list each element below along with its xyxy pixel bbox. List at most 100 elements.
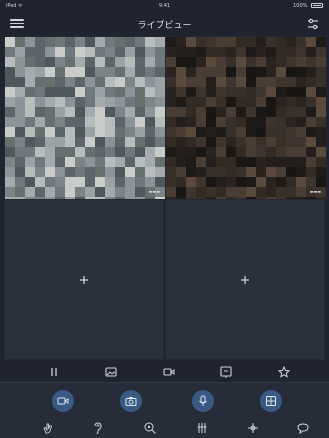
battery-percent: 100% — [293, 3, 308, 9]
camera-cell-4[interactable] — [165, 199, 325, 360]
feed-pixel — [75, 37, 85, 47]
feed-pixel — [55, 137, 65, 147]
feed-pixel — [35, 97, 45, 107]
layout-button[interactable] — [260, 390, 282, 412]
feed-pixel — [226, 77, 236, 87]
gesture-button[interactable] — [41, 421, 55, 435]
plus-icon[interactable] — [238, 273, 252, 287]
nav-bar: ライブビュー — [0, 12, 329, 36]
feed-pixel — [206, 167, 216, 177]
feed-pixel — [186, 47, 196, 57]
feed-pixel — [15, 87, 25, 97]
feed-pixel — [196, 177, 206, 187]
listen-button[interactable] — [91, 421, 105, 435]
feed-pixel — [276, 107, 286, 117]
feed-pixel — [5, 177, 15, 187]
camera-cell-2[interactable]: ▬▬▬ — [165, 36, 326, 199]
feed-pixel — [15, 77, 25, 87]
feed-pixel — [206, 177, 216, 187]
feed-pixel — [276, 57, 286, 67]
settings-button[interactable] — [306, 17, 320, 31]
pause-button[interactable] — [46, 364, 62, 380]
feed-pixel — [266, 77, 276, 87]
feed-pixel — [75, 57, 85, 67]
feed-pixel — [145, 107, 155, 117]
feed-pixel — [296, 57, 306, 67]
feed-pixel — [216, 47, 226, 57]
feed-pixel — [206, 137, 216, 147]
feed-pixel — [226, 177, 236, 187]
feed-pixel — [256, 67, 266, 77]
board-button[interactable] — [218, 364, 234, 380]
feed-pixel — [35, 137, 45, 147]
feed-pixel — [216, 87, 226, 97]
feed-pixel — [306, 37, 316, 47]
feed-pixel — [45, 97, 55, 107]
feed-pixel — [286, 87, 296, 97]
board-icon — [220, 366, 232, 378]
feed-pixel — [155, 147, 165, 157]
feed-pixel — [276, 97, 286, 107]
snapshot-button[interactable] — [120, 390, 142, 412]
feed-pixel — [15, 47, 25, 57]
feed-pixel — [246, 67, 256, 77]
feed-pixel — [206, 117, 216, 127]
feed-pixel — [206, 87, 216, 97]
feed-pixel — [186, 117, 196, 127]
image-button[interactable] — [103, 364, 119, 380]
drone-button[interactable] — [246, 421, 260, 435]
feed-pixel — [266, 37, 276, 47]
feed-pixel — [186, 137, 196, 147]
feed-pixel — [155, 57, 165, 67]
feed-pixel — [105, 57, 115, 67]
plus-icon[interactable] — [77, 273, 91, 287]
feed-pixel — [35, 187, 45, 197]
feed-pixel — [256, 137, 266, 147]
zoom-button[interactable] — [143, 421, 157, 435]
feed-pixel — [256, 127, 266, 137]
feed-pixel — [145, 167, 155, 177]
feed-pixel — [65, 57, 75, 67]
battery-icon — [311, 3, 323, 8]
feed-pixel — [166, 167, 176, 177]
feed-pixel — [25, 167, 35, 177]
favorite-button[interactable] — [276, 364, 292, 380]
feed-pixel — [5, 57, 15, 67]
feed-pixel — [286, 117, 296, 127]
chat-button[interactable] — [296, 421, 310, 435]
feed-pixel — [95, 37, 105, 47]
feed-pixel — [216, 37, 226, 47]
feed-pixel — [105, 107, 115, 117]
feed-pixel — [85, 117, 95, 127]
feed-pixel — [226, 67, 236, 77]
feed-pixel — [95, 47, 105, 57]
tool-button[interactable] — [195, 421, 209, 435]
talk-button[interactable] — [192, 390, 214, 412]
feed-pixel — [216, 157, 226, 167]
feed-pixel — [25, 47, 35, 57]
feed-pixel — [5, 127, 15, 137]
feed-pixel — [55, 157, 65, 167]
feed-pixel — [65, 187, 75, 197]
feed-pixel — [65, 77, 75, 87]
feed-pixel — [135, 117, 145, 127]
feed-pixel — [115, 97, 125, 107]
feed-pixel — [105, 117, 115, 127]
feed-pixel — [316, 167, 326, 177]
feed-pixel — [206, 57, 216, 67]
feed-pixel — [105, 167, 115, 177]
feed-pixel — [145, 37, 155, 47]
feed-pixel — [125, 147, 135, 157]
camera-cell-3[interactable] — [4, 199, 164, 360]
camera-cell-1[interactable]: ▬▬▬ — [4, 36, 165, 199]
feed-pixel — [75, 97, 85, 107]
feed-pixel — [25, 127, 35, 137]
record-video-button[interactable] — [52, 390, 74, 412]
feed-pixel — [85, 67, 95, 77]
record-button[interactable] — [161, 364, 177, 380]
feed-pixel — [266, 187, 276, 197]
feed-pixel — [196, 187, 206, 197]
feed-pixel — [125, 77, 135, 87]
feed-pixel — [196, 147, 206, 157]
feed-pixel — [196, 77, 206, 87]
